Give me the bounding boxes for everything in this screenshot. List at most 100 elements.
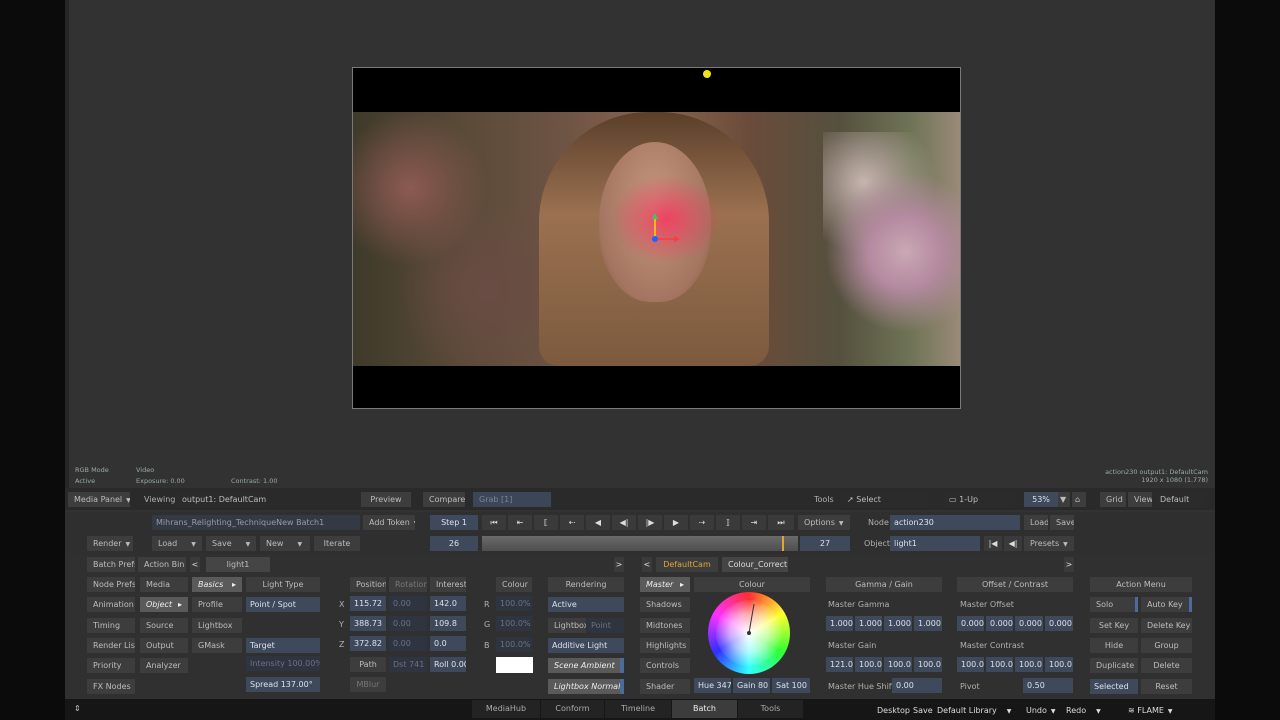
frame-forward-icon[interactable]: |▶ — [638, 515, 662, 530]
colour-wheel[interactable] — [708, 592, 790, 674]
iterate-button[interactable]: Iterate — [314, 536, 360, 551]
save-button[interactable]: Save ▼ — [206, 536, 256, 551]
highlights-button[interactable]: Highlights — [640, 638, 690, 653]
g-field[interactable]: 100.0% — [496, 616, 532, 631]
controls-button[interactable]: Controls — [640, 658, 690, 673]
redo-button[interactable]: Redo ▼ — [1066, 704, 1101, 719]
home-icon[interactable]: ⌂ — [1072, 492, 1086, 507]
gmask-button[interactable]: GMask — [192, 638, 242, 653]
cc-tab-left-icon[interactable]: < — [642, 557, 652, 572]
flame-menu[interactable]: ≋ FLAME ▼ — [1128, 704, 1173, 719]
roll-field[interactable]: Roll 0.00 — [430, 657, 466, 672]
tab-scroll-left-icon[interactable]: < — [190, 557, 200, 572]
contrast-field-4[interactable]: 100.0 — [1045, 657, 1073, 672]
media-button[interactable]: Media — [140, 577, 188, 592]
contrast-field-3[interactable]: 100.0 — [1015, 657, 1043, 672]
gain-field-2[interactable]: 100.0 — [855, 657, 882, 672]
load-node-button[interactable]: Load — [1024, 515, 1048, 530]
auto-key-button[interactable]: Auto Key — [1141, 597, 1192, 612]
cc-tab-right-icon[interactable]: > — [1064, 557, 1074, 572]
hue-shift-field[interactable]: 0.00 — [892, 678, 942, 693]
play-reverse-icon[interactable]: ◀ — [586, 515, 610, 530]
render-button[interactable]: Render ▼ — [87, 536, 133, 551]
basics-button[interactable]: Basics ▸ — [192, 577, 242, 592]
tab-scroll-right-icon[interactable]: > — [614, 557, 624, 572]
object-field[interactable]: light1 — [890, 536, 980, 551]
intensity-field[interactable]: Intensity 100.00% — [246, 656, 320, 671]
lightbox-normals-toggle[interactable]: Lightbox Normals — [548, 679, 624, 694]
step-back-icon[interactable]: ⇠ — [560, 515, 584, 530]
rot-z-field[interactable]: 0.00 — [389, 636, 427, 651]
fx-nodes-button[interactable]: FX Nodes — [87, 679, 135, 694]
axis-gizmo-icon[interactable] — [643, 212, 683, 252]
animation-button[interactable]: Animation — [87, 597, 135, 612]
playhead[interactable] — [782, 536, 784, 551]
node-prefs-button[interactable]: Node Prefs — [87, 577, 135, 592]
sat-field[interactable]: Sat 100 — [772, 678, 810, 693]
gamma-field-4[interactable]: 1.000 — [914, 616, 942, 631]
mblur-button[interactable]: MBlur — [350, 677, 386, 692]
load-button[interactable]: Load ▼ — [152, 536, 202, 551]
gamma-field-1[interactable]: 1.000 — [826, 616, 853, 631]
rot-y-field[interactable]: 0.00 — [389, 616, 427, 631]
select-tool-button[interactable]: ➚ Select — [841, 492, 929, 507]
compare-button[interactable]: Compare — [423, 492, 465, 507]
path-button[interactable]: Path — [350, 657, 386, 672]
layout-button[interactable]: ▭ 1-Up — [943, 492, 1015, 507]
target-button[interactable]: Target — [246, 638, 320, 653]
active-toggle[interactable]: Active — [548, 597, 624, 612]
pos-z-field[interactable]: 372.82 — [350, 636, 386, 651]
status-save-button[interactable]: Save — [913, 704, 933, 718]
go-start-icon[interactable]: ⏮ — [482, 515, 506, 530]
tab-batch[interactable]: Batch — [672, 700, 737, 718]
grab-button[interactable]: Grab [1] — [473, 492, 551, 507]
tab-colour-correct[interactable]: Colour_Correct1 — [722, 557, 788, 572]
hue-field[interactable]: Hue 347 — [694, 678, 731, 693]
undo-button[interactable]: Undo ▼ — [1026, 704, 1056, 719]
zoom-dropdown-icon[interactable]: ▼ — [1058, 492, 1070, 507]
colour-swatch[interactable] — [496, 657, 533, 673]
selected-select[interactable]: Selected — [1090, 679, 1138, 694]
default-select[interactable]: Default — [1154, 492, 1206, 507]
reset-button[interactable]: Reset — [1141, 679, 1192, 694]
solo-button[interactable]: Solo — [1090, 597, 1138, 612]
tab-conform[interactable]: Conform — [541, 700, 604, 718]
gain-field[interactable]: Gain 80 — [733, 678, 770, 693]
spread-field[interactable]: Spread 137.00° — [246, 677, 320, 692]
viewer-frame[interactable] — [352, 67, 961, 409]
lightbox-toggle[interactable]: Lightbox — [548, 618, 586, 633]
priority-button[interactable]: Priority — [87, 658, 135, 673]
pos-x-field[interactable]: 115.72 — [350, 596, 386, 611]
media-panel-button[interactable]: Media Panel ▼ — [68, 492, 130, 507]
analyzer-button[interactable]: Analyzer — [140, 658, 188, 673]
shadows-button[interactable]: Shadows — [640, 597, 690, 612]
pos-y-field[interactable]: 388.73 — [350, 616, 386, 631]
node-field[interactable]: action230 — [890, 515, 1020, 530]
midtones-button[interactable]: Midtones — [640, 618, 690, 633]
b-field[interactable]: 100.0% — [496, 637, 532, 652]
source-button[interactable]: Source — [140, 618, 188, 633]
set-key-button[interactable]: Set Key — [1090, 618, 1138, 633]
tab-tools[interactable]: Tools — [738, 700, 803, 718]
shader-button[interactable]: Shader — [640, 679, 690, 694]
duplicate-button[interactable]: Duplicate — [1090, 658, 1138, 673]
gain-field-3[interactable]: 100.0 — [884, 657, 912, 672]
contrast-field-2[interactable]: 100.0 — [986, 657, 1013, 672]
timeline-scrubber[interactable] — [482, 536, 798, 551]
batch-prefs-button[interactable]: Batch Prefs — [87, 557, 135, 572]
tab-light1[interactable]: light1 — [206, 557, 270, 572]
group-button[interactable]: Group — [1141, 638, 1192, 653]
light-marker-icon[interactable] — [703, 70, 711, 78]
step-forward-icon[interactable]: ⇢ — [690, 515, 714, 530]
preview-button[interactable]: Preview — [361, 492, 411, 507]
frame-end-field[interactable]: 27 — [800, 536, 850, 551]
render-list-button[interactable]: Render List — [87, 638, 135, 653]
frame-back-icon[interactable]: ◀| — [612, 515, 636, 530]
options-button[interactable]: Options ▼ — [798, 515, 850, 530]
int-y-field[interactable]: 109.8 — [430, 616, 466, 631]
delete-button[interactable]: Delete — [1141, 658, 1192, 673]
view-button[interactable]: View — [1128, 492, 1152, 507]
viewing-select[interactable]: output1: DefaultCam — [176, 492, 266, 507]
lightbox-button[interactable]: Lightbox — [192, 618, 242, 633]
tab-mediahub[interactable]: MediaHub — [472, 700, 540, 718]
